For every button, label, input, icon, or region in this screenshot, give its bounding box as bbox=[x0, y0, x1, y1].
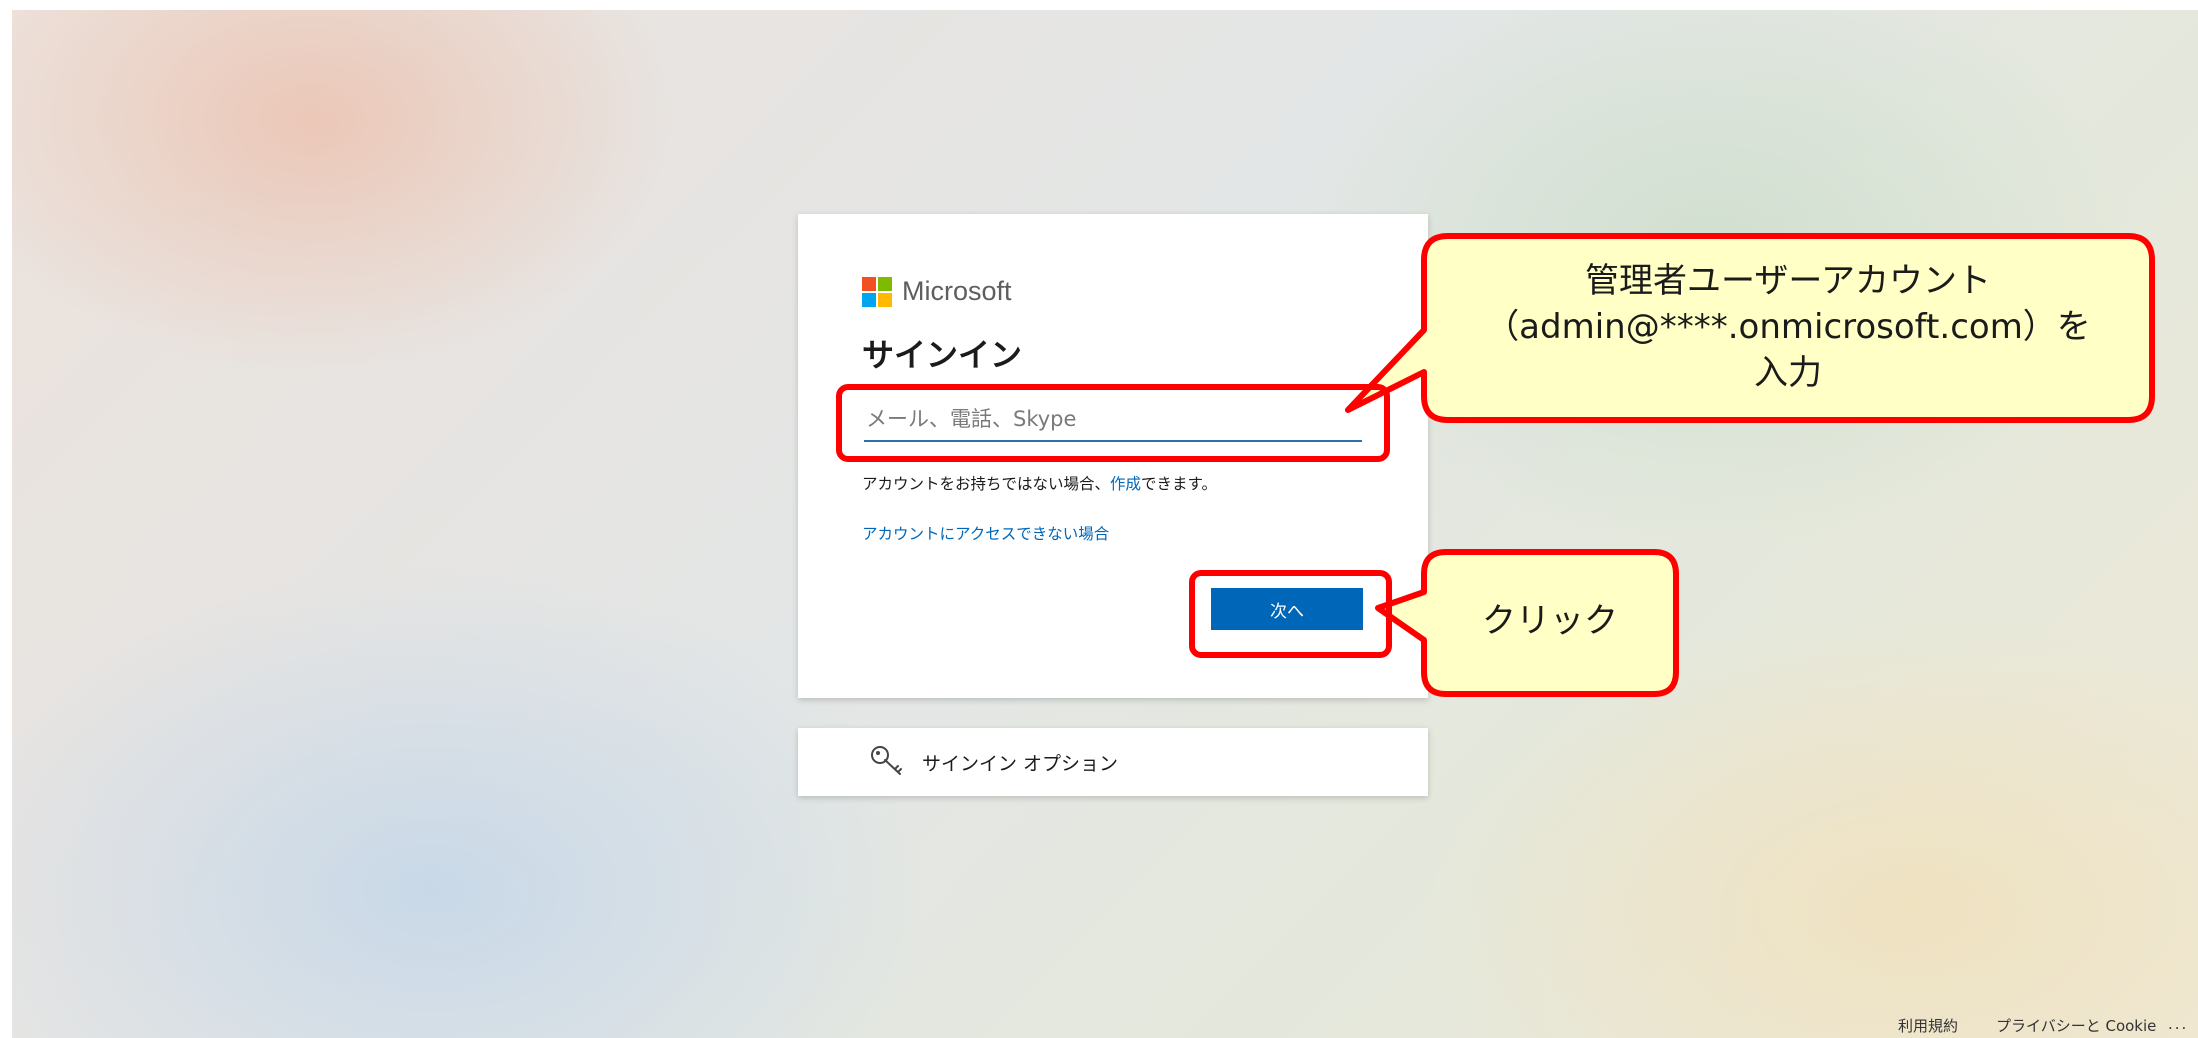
email-highlight-box bbox=[836, 384, 1390, 462]
account-callout: 管理者ユーザーアカウント （admin@****.onmicrosoft.com… bbox=[1424, 258, 2152, 396]
click-callout: クリック bbox=[1424, 598, 1676, 644]
terms-link[interactable]: 利用規約 bbox=[1898, 1015, 1958, 1036]
click-callout-text: クリック bbox=[1482, 601, 1618, 641]
account-callout-line1: 管理者ユーザーアカウント bbox=[1585, 261, 1991, 301]
privacy-cookie-link[interactable]: プライバシーと Cookie bbox=[1996, 1015, 2156, 1036]
more-options-button[interactable]: ... bbox=[2168, 1015, 2188, 1033]
annotation-callouts bbox=[1345, 233, 2155, 697]
account-callout-line3: 入力 bbox=[1754, 353, 1822, 393]
account-callout-line2: （admin@****.onmicrosoft.com）を bbox=[1485, 307, 2091, 347]
next-button-highlight-box bbox=[1189, 570, 1392, 658]
